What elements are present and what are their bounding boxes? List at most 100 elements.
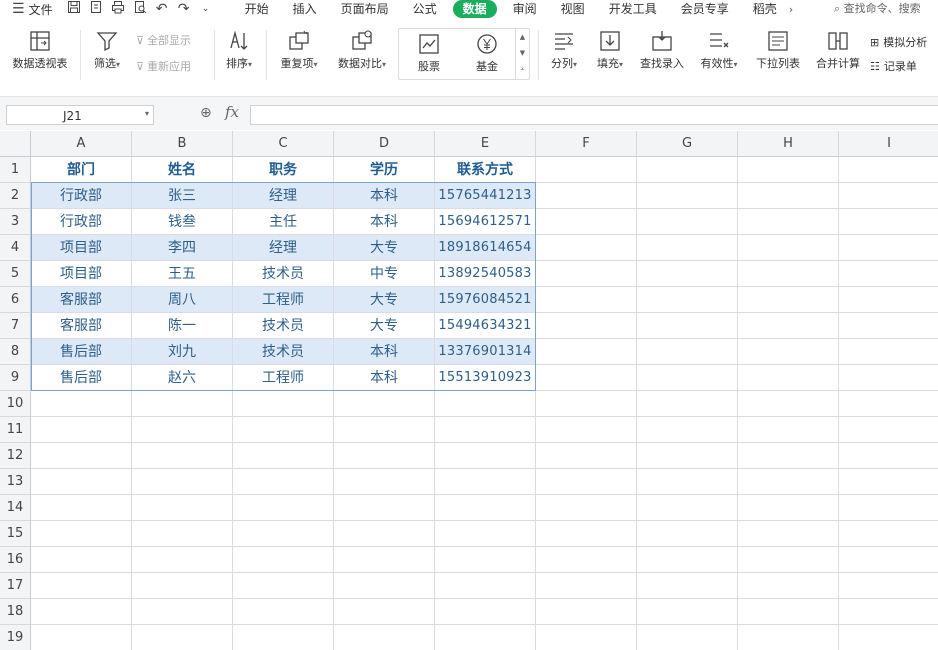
empty-cell[interactable] bbox=[536, 391, 637, 417]
table-cell[interactable]: 13376901314 bbox=[435, 339, 536, 365]
table-cell[interactable]: 技术员 bbox=[233, 339, 334, 365]
empty-cell[interactable] bbox=[637, 391, 738, 417]
empty-cell[interactable] bbox=[637, 625, 738, 650]
command-search[interactable]: ⌕ 查找命令、搜索 bbox=[834, 0, 921, 18]
empty-cell[interactable] bbox=[738, 235, 839, 261]
tab-3[interactable]: 公式 bbox=[401, 0, 449, 18]
pivot-table-button[interactable]: 数据透视表 bbox=[6, 26, 74, 72]
table-cell[interactable]: 赵六 bbox=[132, 365, 233, 391]
empty-cell[interactable] bbox=[839, 157, 938, 183]
empty-cell[interactable] bbox=[536, 157, 637, 183]
empty-cell[interactable] bbox=[637, 209, 738, 235]
empty-cell[interactable] bbox=[334, 521, 435, 547]
column-header-i[interactable]: I bbox=[839, 131, 938, 157]
chevron-right-icon[interactable]: › bbox=[789, 3, 801, 16]
validity-button[interactable]: 有效性▾ bbox=[694, 26, 744, 72]
empty-cell[interactable] bbox=[637, 183, 738, 209]
table-cell[interactable]: 陈一 bbox=[132, 313, 233, 339]
row-header-3[interactable]: 3 bbox=[0, 209, 31, 235]
table-cell[interactable]: 本科 bbox=[334, 339, 435, 365]
empty-cell[interactable] bbox=[536, 547, 637, 573]
undo-icon[interactable]: ↶ bbox=[151, 1, 173, 17]
empty-cell[interactable] bbox=[738, 157, 839, 183]
function-icon[interactable]: fx bbox=[225, 103, 239, 121]
name-box[interactable]: J21 ▾ bbox=[6, 105, 154, 125]
empty-cell[interactable] bbox=[435, 573, 536, 599]
empty-cell[interactable] bbox=[536, 183, 637, 209]
empty-cell[interactable] bbox=[435, 625, 536, 650]
row-header-18[interactable]: 18 bbox=[0, 599, 31, 625]
column-header-e[interactable]: E bbox=[435, 131, 536, 157]
empty-cell[interactable] bbox=[637, 573, 738, 599]
table-cell[interactable]: 工程师 bbox=[233, 287, 334, 313]
table-cell[interactable]: 周八 bbox=[132, 287, 233, 313]
empty-cell[interactable] bbox=[233, 443, 334, 469]
empty-cell[interactable] bbox=[536, 313, 637, 339]
empty-cell[interactable] bbox=[637, 261, 738, 287]
empty-cell[interactable] bbox=[536, 365, 637, 391]
formula-input[interactable] bbox=[250, 105, 938, 125]
select-all-corner[interactable] bbox=[0, 131, 31, 157]
table-cell[interactable]: 刘九 bbox=[132, 339, 233, 365]
tab-8[interactable]: 会员专享 bbox=[669, 0, 741, 18]
empty-cell[interactable] bbox=[31, 521, 132, 547]
empty-cell[interactable] bbox=[435, 443, 536, 469]
row-header-5[interactable]: 5 bbox=[0, 261, 31, 287]
empty-cell[interactable] bbox=[637, 157, 738, 183]
empty-cell[interactable] bbox=[536, 599, 637, 625]
table-cell[interactable]: 售后部 bbox=[31, 365, 132, 391]
column-header-b[interactable]: B bbox=[132, 131, 233, 157]
row-header-1[interactable]: 1 bbox=[0, 157, 31, 183]
empty-cell[interactable] bbox=[536, 209, 637, 235]
table-cell[interactable]: 钱叁 bbox=[132, 209, 233, 235]
empty-cell[interactable] bbox=[839, 183, 938, 209]
empty-cell[interactable] bbox=[435, 495, 536, 521]
row-header-4[interactable]: 4 bbox=[0, 235, 31, 261]
empty-cell[interactable] bbox=[334, 417, 435, 443]
empty-cell[interactable] bbox=[31, 547, 132, 573]
table-cell[interactable]: 项目部 bbox=[31, 261, 132, 287]
table-cell[interactable]: 大专 bbox=[334, 287, 435, 313]
empty-cell[interactable] bbox=[334, 573, 435, 599]
empty-cell[interactable] bbox=[839, 261, 938, 287]
table-cell[interactable]: 15694612571 bbox=[435, 209, 536, 235]
table-cell[interactable]: 技术员 bbox=[233, 313, 334, 339]
table-cell[interactable]: 行政部 bbox=[31, 209, 132, 235]
empty-cell[interactable] bbox=[637, 495, 738, 521]
empty-cell[interactable] bbox=[637, 287, 738, 313]
split-columns-button[interactable]: 分列▾ bbox=[544, 26, 584, 72]
empty-cell[interactable] bbox=[738, 547, 839, 573]
table-cell[interactable]: 15765441213 bbox=[435, 183, 536, 209]
empty-cell[interactable] bbox=[839, 339, 938, 365]
empty-cell[interactable] bbox=[233, 495, 334, 521]
tab-9[interactable]: 稻壳 bbox=[741, 0, 789, 18]
what-if-analysis-button[interactable]: ⊞ 模拟分析 bbox=[870, 34, 927, 50]
record-form-button[interactable]: ☷ 记录单 bbox=[870, 58, 917, 74]
empty-cell[interactable] bbox=[839, 443, 938, 469]
table-header-cell[interactable]: 姓名 bbox=[132, 157, 233, 183]
column-header-c[interactable]: C bbox=[233, 131, 334, 157]
empty-cell[interactable] bbox=[132, 599, 233, 625]
empty-cell[interactable] bbox=[31, 495, 132, 521]
dropdown-list-button[interactable]: 下拉列表 bbox=[750, 26, 806, 72]
empty-cell[interactable] bbox=[132, 573, 233, 599]
table-cell[interactable]: 15513910923 bbox=[435, 365, 536, 391]
empty-cell[interactable] bbox=[536, 469, 637, 495]
table-cell[interactable]: 客服部 bbox=[31, 313, 132, 339]
empty-cell[interactable] bbox=[839, 521, 938, 547]
duplicates-button[interactable]: 重复项▾ bbox=[272, 26, 326, 72]
show-all-button[interactable]: ⊽ 全部显示 bbox=[136, 32, 191, 48]
empty-cell[interactable] bbox=[536, 495, 637, 521]
table-cell[interactable]: 15494634321 bbox=[435, 313, 536, 339]
search-input[interactable]: 查找命令、搜索 bbox=[844, 2, 921, 15]
table-cell[interactable]: 主任 bbox=[233, 209, 334, 235]
empty-cell[interactable] bbox=[536, 625, 637, 650]
empty-cell[interactable] bbox=[637, 547, 738, 573]
empty-cell[interactable] bbox=[536, 521, 637, 547]
expand-icon[interactable]: ⩡ bbox=[516, 61, 529, 77]
empty-cell[interactable] bbox=[839, 495, 938, 521]
data-compare-button[interactable]: 数据对比▾ bbox=[332, 26, 392, 72]
export-pdf-icon[interactable] bbox=[85, 0, 107, 18]
empty-cell[interactable] bbox=[637, 599, 738, 625]
empty-cell[interactable] bbox=[233, 547, 334, 573]
